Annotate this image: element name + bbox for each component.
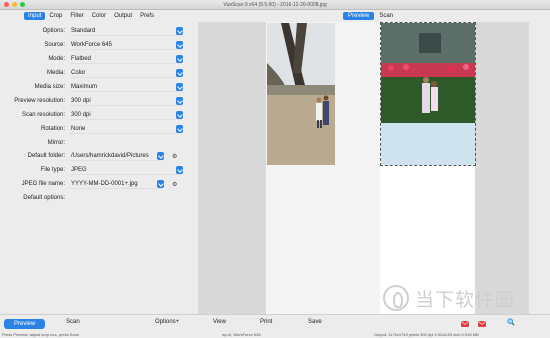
file-type-select[interactable]: JPEG [70, 166, 182, 175]
field-label: Mirror: [47, 140, 65, 146]
chevron-down-icon[interactable] [176, 69, 183, 77]
tab-color[interactable]: Color [88, 12, 110, 20]
watermark-text: 当下软件园 [415, 288, 516, 311]
chevron-down-icon[interactable] [176, 166, 183, 174]
mode-select[interactable]: Flatbed [70, 55, 182, 64]
window-title: VueScan 9 x64 (9.5.60) - 2016-12-26-0008… [223, 2, 327, 8]
source-select[interactable]: WorkForce 645 [70, 41, 182, 50]
chevron-down-icon[interactable] [176, 97, 183, 105]
options-row: Options: Standard [0, 25, 190, 37]
chevron-down-icon[interactable] [176, 41, 183, 49]
status-text-left: Press Preview, adjust crop box, press Sc… [2, 332, 79, 337]
media-size-select[interactable]: Maximum [70, 83, 182, 92]
field-label: Preview resolution: [14, 98, 65, 104]
save-button[interactable]: Save [308, 319, 322, 325]
field-label: Source: [44, 42, 65, 48]
eiffel-photo-image [267, 23, 335, 165]
garden-photo-image [381, 23, 475, 165]
tab-input[interactable]: Input [24, 12, 46, 20]
chevron-down-icon[interactable] [157, 180, 164, 188]
field-label: Default options: [23, 195, 65, 201]
gear-icon[interactable]: ⚙ [172, 181, 177, 188]
view-button[interactable]: View [213, 319, 226, 325]
chevron-down-icon[interactable] [157, 152, 164, 160]
field-label: Media: [46, 70, 65, 76]
tab-output[interactable]: Output [110, 12, 136, 20]
field-label: Media size: [34, 84, 65, 90]
file-type-row: File type: JPEG [0, 164, 190, 176]
jpeg-file-name-row: JPEG file name: YYYY-MM-DD-0001+.jpg ⚙ [0, 178, 190, 190]
chevron-down-icon[interactable] [176, 83, 183, 91]
chevron-down-icon[interactable] [176, 55, 183, 63]
jpeg-file-name-field[interactable]: YYYY-MM-DD-0001+.jpg [70, 180, 162, 189]
tab-preview[interactable]: Preview [343, 12, 375, 20]
options-button[interactable]: Options+ [155, 319, 179, 325]
preview-resolution-row: Preview resolution: 300 dpi [0, 95, 190, 107]
field-label: Rotation: [40, 126, 65, 132]
preview-photo-eiffel[interactable] [267, 23, 335, 165]
status-text-mid: mp-6, WorkForce 645 [222, 332, 261, 337]
mirror-row: Mirror: [0, 137, 190, 149]
tab-filter[interactable]: Filter [66, 12, 87, 20]
preview-photo-garden[interactable] [380, 22, 476, 166]
app-window: VueScan 9 x64 (9.5.60) - 2016-12-26-0008… [0, 0, 550, 338]
title-bar: VueScan 9 x64 (9.5.60) - 2016-12-26-0008… [0, 0, 550, 10]
settings-panel: Options: Standard Source: WorkForce 645 … [0, 22, 190, 314]
mode-row: Mode: Flatbed [0, 53, 190, 65]
preview-resolution-select[interactable]: 300 dpi [70, 97, 182, 106]
media-size-row: Media size: Maximum [0, 81, 190, 93]
watermark: 当下软件园 [383, 283, 543, 313]
mail-icon[interactable] [478, 320, 486, 328]
scan-resolution-select[interactable]: 300 dpi [70, 111, 182, 120]
chevron-down-icon[interactable] [176, 111, 183, 119]
default-folder-field[interactable]: /Users/hamrickdavid/Pictures [70, 152, 162, 161]
field-label: Mode: [48, 56, 65, 62]
chevron-down-icon[interactable] [176, 27, 183, 35]
field-label: Options: [42, 28, 65, 34]
scan-resolution-row: Scan resolution: 300 dpi [0, 109, 190, 121]
tab-scan[interactable]: Scan [374, 12, 398, 20]
default-options-row: Default options: [0, 192, 190, 204]
options-select[interactable]: Standard [70, 27, 182, 36]
watermark-logo-icon [383, 285, 409, 311]
media-row: Media: Color [0, 67, 190, 79]
rotation-row: Rotation: None [0, 123, 190, 135]
print-button[interactable]: Print [260, 319, 272, 325]
field-label: JPEG file name: [21, 181, 65, 187]
view-tabs: Preview Scan [343, 12, 398, 20]
rotation-select[interactable]: None [70, 125, 182, 134]
scan-button[interactable]: Scan [66, 319, 80, 325]
preview-margin-left [198, 22, 266, 314]
mail-icon[interactable] [461, 320, 469, 328]
zoom-icon[interactable] [507, 318, 515, 326]
gear-icon[interactable]: ⚙ [172, 153, 177, 160]
tab-prefs[interactable]: Prefs [136, 12, 158, 20]
preview-button[interactable]: Preview [4, 319, 46, 329]
field-label: Default folder: [27, 153, 65, 159]
field-label: Scan resolution: [21, 112, 65, 118]
settings-tabs: Input Crop Filter Color Output Prefs [24, 12, 158, 20]
default-folder-row: Default folder: /Users/hamrickdavid/Pict… [0, 150, 190, 162]
chevron-down-icon[interactable] [176, 125, 183, 133]
media-select[interactable]: Color [70, 69, 182, 78]
source-row: Source: WorkForce 645 [0, 39, 190, 51]
preview-margin-right [475, 22, 529, 314]
status-text-right: Output: 1176x1749 pixels 300 dpi 3.92x5.… [374, 332, 479, 337]
tab-crop[interactable]: Crop [45, 12, 66, 20]
field-label: File type: [40, 167, 65, 173]
